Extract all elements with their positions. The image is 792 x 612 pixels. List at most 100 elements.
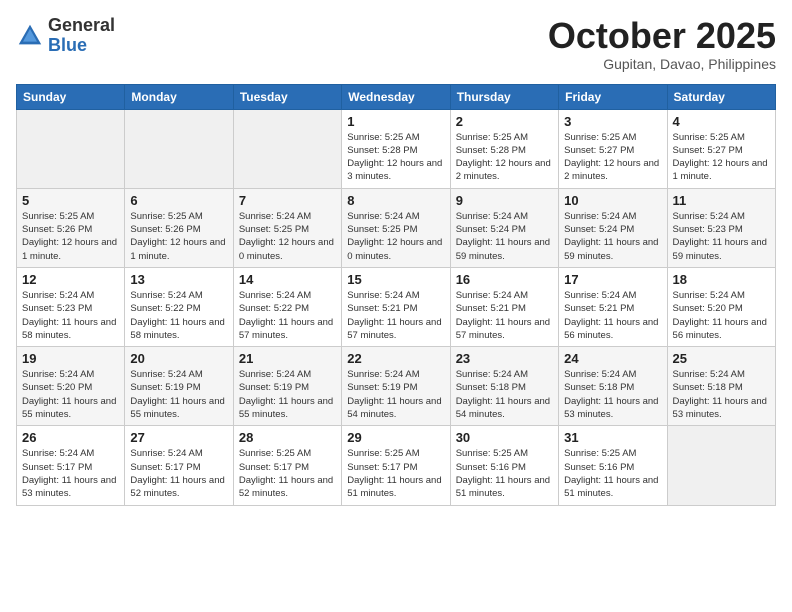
day-number: 19	[22, 351, 119, 366]
day-number: 25	[673, 351, 770, 366]
day-number: 31	[564, 430, 661, 445]
calendar-cell: 23Sunrise: 5:24 AM Sunset: 5:18 PM Dayli…	[450, 347, 558, 426]
weekday-header-thursday: Thursday	[450, 84, 558, 109]
title-block: October 2025 Gupitan, Davao, Philippines	[548, 16, 776, 72]
day-number: 28	[239, 430, 336, 445]
calendar-cell	[233, 109, 341, 188]
calendar-cell: 26 Sunrise: 5:24 AM Sunset: 5:17 PM Dayli…	[17, 426, 125, 505]
day-info: Sunrise: 5:24 AM Sunset: 5:20 PM Dayligh…	[22, 368, 119, 421]
day-info: Sunrise: 5:25 AM Sunset: 5:16 PM Dayligh…	[456, 447, 553, 500]
calendar-cell: 12 Sunrise: 5:24 AM Sunset: 5:23 PM Dayli…	[17, 267, 125, 346]
day-number: 24	[564, 351, 661, 366]
weekday-header-row: SundayMondayTuesdayWednesdayThursdayFrid…	[17, 84, 776, 109]
calendar-cell: 1Sunrise: 5:25 AM Sunset: 5:28 PM Daylig…	[342, 109, 450, 188]
calendar-cell: 18 Sunrise: 5:24 AM Sunset: 5:20 PM Dayli…	[667, 267, 775, 346]
calendar-body: 1 Sunrise: 5:25 AM Sunset: 5:28 PM Daylig…	[17, 109, 776, 505]
calendar-cell: 20Sunrise: 5:24 AM Sunset: 5:19 PM Dayli…	[125, 347, 233, 426]
day-number: 4	[673, 114, 770, 129]
calendar-cell	[17, 109, 125, 188]
calendar-cell: 15Sunrise: 5:24 AM Sunset: 5:21 PM Dayli…	[342, 267, 450, 346]
day-info: Sunrise: 5:25 AM Sunset: 5:26 PM Dayligh…	[130, 210, 227, 263]
calendar-cell: 7 Sunrise: 5:24 AM Sunset: 5:25 PM Daylig…	[233, 188, 341, 267]
day-number: 9	[456, 193, 553, 208]
day-info: Sunrise: 5:24 AM Sunset: 5:23 PM Dayligh…	[22, 289, 119, 342]
day-info: Sunrise: 5:24 AM Sunset: 5:19 PM Dayligh…	[239, 368, 336, 421]
calendar-cell: 13Sunrise: 5:24 AM Sunset: 5:22 PM Dayli…	[125, 267, 233, 346]
day-info: Sunrise: 5:24 AM Sunset: 5:25 PM Dayligh…	[239, 210, 336, 263]
day-number: 16	[456, 272, 553, 287]
weekday-header-sunday: Sunday	[17, 84, 125, 109]
calendar-week-row: 1 Sunrise: 5:25 AM Sunset: 5:28 PM Daylig…	[17, 109, 776, 188]
calendar-cell: 29 Sunrise: 5:25 AM Sunset: 5:17 PM Dayli…	[342, 426, 450, 505]
day-info: Sunrise: 5:25 AM Sunset: 5:27 PM Dayligh…	[564, 131, 661, 184]
calendar-cell: 3 Sunrise: 5:25 AM Sunset: 5:27 PM Daylig…	[559, 109, 667, 188]
day-number: 7	[239, 193, 336, 208]
day-info: Sunrise: 5:24 AM Sunset: 5:17 PM Dayligh…	[22, 447, 119, 500]
calendar-cell: 5 Sunrise: 5:25 AM Sunset: 5:26 PM Daylig…	[17, 188, 125, 267]
day-number: 14	[239, 272, 336, 287]
calendar-cell: 8 Sunrise: 5:24 AM Sunset: 5:25 PM Daylig…	[342, 188, 450, 267]
calendar-cell: 4 Sunrise: 5:25 AM Sunset: 5:27 PM Daylig…	[667, 109, 775, 188]
page-header: General Blue October 2025 Gupitan, Davao…	[16, 16, 776, 72]
day-number: 15	[347, 272, 444, 287]
day-number: 26	[22, 430, 119, 445]
day-info: Sunrise: 5:24 AM Sunset: 5:18 PM Dayligh…	[456, 368, 553, 421]
weekday-header-tuesday: Tuesday	[233, 84, 341, 109]
calendar-week-row: 5 Sunrise: 5:25 AM Sunset: 5:26 PM Daylig…	[17, 188, 776, 267]
logo: General Blue	[16, 16, 115, 56]
day-number: 6	[130, 193, 227, 208]
day-info: Sunrise: 5:25 AM Sunset: 5:26 PM Dayligh…	[22, 210, 119, 263]
day-number: 3	[564, 114, 661, 129]
weekday-header-wednesday: Wednesday	[342, 84, 450, 109]
calendar-cell: 2 Sunrise: 5:25 AM Sunset: 5:28 PM Daylig…	[450, 109, 558, 188]
day-info: Sunrise: 5:24 AM Sunset: 5:17 PM Dayligh…	[130, 447, 227, 500]
day-number: 22	[347, 351, 444, 366]
day-number: 18	[673, 272, 770, 287]
calendar-week-row: 19 Sunrise: 5:24 AM Sunset: 5:20 PM Dayli…	[17, 347, 776, 426]
calendar-week-row: 12 Sunrise: 5:24 AM Sunset: 5:23 PM Dayli…	[17, 267, 776, 346]
day-info: Sunrise: 5:24 AM Sunset: 5:18 PM Dayligh…	[673, 368, 770, 421]
calendar-table: SundayMondayTuesdayWednesdayThursdayFrid…	[16, 84, 776, 506]
calendar-cell: 14Sunrise: 5:24 AM Sunset: 5:22 PM Dayli…	[233, 267, 341, 346]
logo-text: General Blue	[48, 16, 115, 56]
calendar-cell: 17Sunrise: 5:24 AM Sunset: 5:21 PM Dayli…	[559, 267, 667, 346]
day-info: Sunrise: 5:25 AM Sunset: 5:27 PM Dayligh…	[673, 131, 770, 184]
day-number: 1	[347, 114, 444, 129]
day-info: Sunrise: 5:24 AM Sunset: 5:25 PM Dayligh…	[347, 210, 444, 263]
logo-icon	[16, 22, 44, 50]
weekday-header-saturday: Saturday	[667, 84, 775, 109]
calendar-week-row: 26 Sunrise: 5:24 AM Sunset: 5:17 PM Dayli…	[17, 426, 776, 505]
calendar-cell: 24 Sunrise: 5:24 AM Sunset: 5:18 PM Dayli…	[559, 347, 667, 426]
day-number: 27	[130, 430, 227, 445]
weekday-header-monday: Monday	[125, 84, 233, 109]
day-info: Sunrise: 5:24 AM Sunset: 5:18 PM Dayligh…	[564, 368, 661, 421]
calendar-cell	[125, 109, 233, 188]
logo-general-text: General	[48, 16, 115, 36]
day-number: 29	[347, 430, 444, 445]
calendar-cell: 27 Sunrise: 5:24 AM Sunset: 5:17 PM Dayli…	[125, 426, 233, 505]
calendar-cell: 30 Sunrise: 5:25 AM Sunset: 5:16 PM Dayli…	[450, 426, 558, 505]
day-info: Sunrise: 5:24 AM Sunset: 5:19 PM Dayligh…	[130, 368, 227, 421]
month-title: October 2025	[548, 16, 776, 56]
day-info: Sunrise: 5:25 AM Sunset: 5:28 PM Dayligh…	[456, 131, 553, 184]
day-number: 8	[347, 193, 444, 208]
calendar-cell: 22 Sunrise: 5:24 AM Sunset: 5:19 PM Dayli…	[342, 347, 450, 426]
day-number: 12	[22, 272, 119, 287]
calendar-cell: 9Sunrise: 5:24 AM Sunset: 5:24 PM Daylig…	[450, 188, 558, 267]
day-number: 2	[456, 114, 553, 129]
day-number: 21	[239, 351, 336, 366]
day-info: Sunrise: 5:24 AM Sunset: 5:21 PM Dayligh…	[456, 289, 553, 342]
day-number: 10	[564, 193, 661, 208]
day-number: 5	[22, 193, 119, 208]
calendar-cell: 19 Sunrise: 5:24 AM Sunset: 5:20 PM Dayli…	[17, 347, 125, 426]
calendar-header: SundayMondayTuesdayWednesdayThursdayFrid…	[17, 84, 776, 109]
calendar-cell: 25 Sunrise: 5:24 AM Sunset: 5:18 PM Dayli…	[667, 347, 775, 426]
day-number: 30	[456, 430, 553, 445]
day-info: Sunrise: 5:24 AM Sunset: 5:19 PM Dayligh…	[347, 368, 444, 421]
day-info: Sunrise: 5:25 AM Sunset: 5:17 PM Dayligh…	[347, 447, 444, 500]
calendar-cell: 16 Sunrise: 5:24 AM Sunset: 5:21 PM Dayli…	[450, 267, 558, 346]
day-info: Sunrise: 5:24 AM Sunset: 5:20 PM Dayligh…	[673, 289, 770, 342]
location-subtitle: Gupitan, Davao, Philippines	[548, 56, 776, 72]
day-info: Sunrise: 5:25 AM Sunset: 5:17 PM Dayligh…	[239, 447, 336, 500]
day-number: 17	[564, 272, 661, 287]
